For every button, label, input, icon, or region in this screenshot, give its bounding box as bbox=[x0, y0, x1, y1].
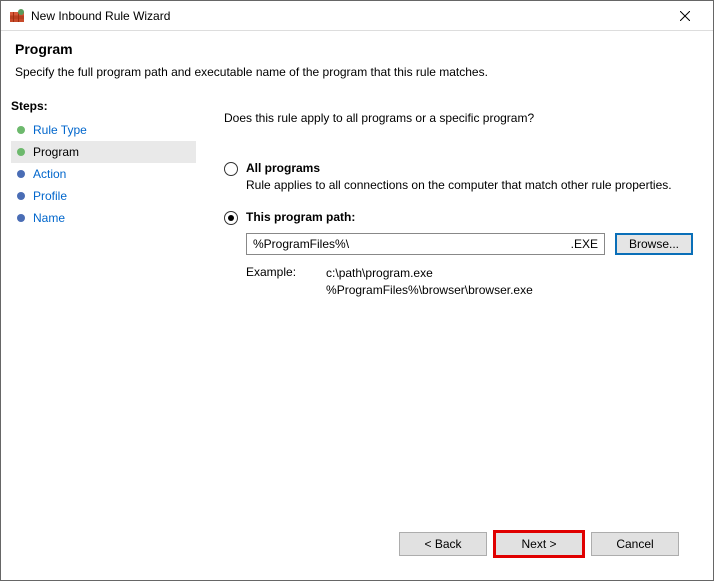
path-value: %ProgramFiles%\ bbox=[253, 237, 349, 251]
main-content: Does this rule apply to all programs or … bbox=[196, 93, 713, 580]
bullet-icon bbox=[17, 126, 25, 134]
question-text: Does this rule apply to all programs or … bbox=[224, 111, 693, 125]
bullet-icon bbox=[17, 148, 25, 156]
steps-title: Steps: bbox=[11, 99, 196, 113]
next-button[interactable]: Next > bbox=[495, 532, 583, 556]
bullet-icon bbox=[17, 170, 25, 178]
example-label: Example: bbox=[246, 265, 296, 299]
example-line: %ProgramFiles%\browser\browser.exe bbox=[326, 283, 533, 297]
example-row: Example: c:\path\program.exe %ProgramFil… bbox=[246, 265, 693, 299]
bullet-icon bbox=[17, 214, 25, 222]
step-rule-type[interactable]: Rule Type bbox=[11, 119, 196, 141]
program-path-input[interactable]: %ProgramFiles%\ .EXE bbox=[246, 233, 605, 255]
page-subtitle: Specify the full program path and execut… bbox=[15, 65, 699, 79]
wizard-footer: < Back Next > Cancel bbox=[224, 522, 693, 570]
step-action[interactable]: Action bbox=[11, 163, 196, 185]
radio-all-programs[interactable]: All programs bbox=[224, 161, 693, 176]
step-label: Program bbox=[33, 145, 79, 159]
radio-icon[interactable] bbox=[224, 162, 238, 176]
radio-label: All programs bbox=[246, 161, 320, 175]
step-label: Name bbox=[33, 211, 65, 225]
step-profile[interactable]: Profile bbox=[11, 185, 196, 207]
bullet-icon bbox=[17, 192, 25, 200]
cancel-button[interactable]: Cancel bbox=[591, 532, 679, 556]
back-button[interactable]: < Back bbox=[399, 532, 487, 556]
firewall-icon bbox=[9, 8, 25, 24]
titlebar: New Inbound Rule Wizard bbox=[1, 1, 713, 31]
step-name[interactable]: Name bbox=[11, 207, 196, 229]
browse-button[interactable]: Browse... bbox=[615, 233, 693, 255]
radio-this-program[interactable]: This program path: bbox=[224, 210, 693, 225]
step-label: Rule Type bbox=[33, 123, 87, 137]
example-paths: c:\path\program.exe %ProgramFiles%\brows… bbox=[326, 265, 533, 299]
radio-label: This program path: bbox=[246, 210, 355, 224]
close-icon bbox=[680, 11, 690, 21]
example-line: c:\path\program.exe bbox=[326, 266, 433, 280]
radio-icon[interactable] bbox=[224, 211, 238, 225]
step-program[interactable]: Program bbox=[11, 141, 196, 163]
page-header: Program Specify the full program path an… bbox=[1, 31, 713, 93]
close-button[interactable] bbox=[665, 2, 705, 30]
page-title: Program bbox=[15, 41, 699, 57]
step-label: Action bbox=[33, 167, 66, 181]
step-label: Profile bbox=[33, 189, 67, 203]
window-title: New Inbound Rule Wizard bbox=[31, 9, 665, 23]
radio-all-desc: Rule applies to all connections on the c… bbox=[246, 178, 693, 192]
path-ext: .EXE bbox=[571, 237, 598, 251]
steps-sidebar: Steps: Rule Type Program Action Profile … bbox=[1, 93, 196, 580]
